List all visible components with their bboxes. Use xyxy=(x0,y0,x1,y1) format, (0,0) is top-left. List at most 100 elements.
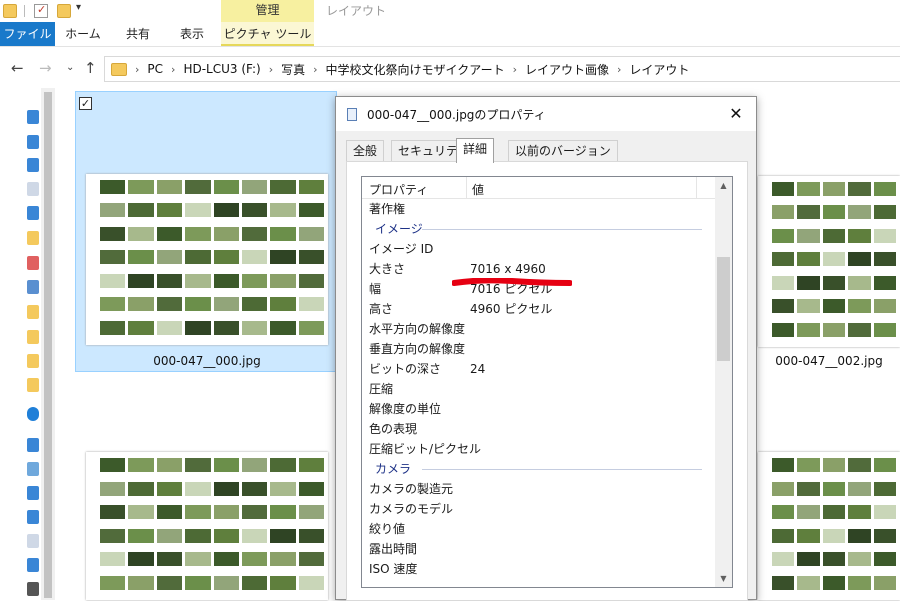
property-row[interactable]: イメージ ID xyxy=(362,239,716,259)
chevron-right-icon[interactable]: › xyxy=(617,63,621,76)
property-row[interactable]: 大きさ 7016 x 4960 xyxy=(362,259,716,279)
chevron-right-icon[interactable]: › xyxy=(313,63,317,76)
mosaic-tile xyxy=(270,320,296,341)
mosaic-tile xyxy=(156,180,183,200)
breadcrumb-item[interactable]: レイアウト xyxy=(629,61,689,78)
documents-icon[interactable] xyxy=(27,534,39,548)
tab-previous-versions[interactable]: 以前のバージョン xyxy=(508,140,618,162)
folder-icon[interactable] xyxy=(27,330,39,344)
item-checkbox[interactable]: ✓ xyxy=(79,97,92,110)
property-row[interactable]: ビットの深さ 24 xyxy=(362,359,716,379)
breadcrumb[interactable]: › PC › HD-LCU3 (F:) › 写真 › 中学校文化祭向けモザイクア… xyxy=(104,56,900,82)
property-row[interactable]: 絞り値 xyxy=(362,519,716,539)
downloads-icon[interactable] xyxy=(27,486,39,500)
new-folder-icon[interactable] xyxy=(57,4,71,18)
property-name: ビットの深さ xyxy=(369,362,442,376)
folder-icon[interactable] xyxy=(27,256,39,270)
file-name[interactable]: 000-047__002.jpg xyxy=(758,354,900,368)
file-thumbnail[interactable] xyxy=(86,174,328,345)
file-name[interactable]: 000-047__000.jpg xyxy=(86,354,328,368)
tab-general[interactable]: 全般 xyxy=(346,140,385,162)
property-row[interactable]: 垂直方向の解像度 xyxy=(362,339,716,359)
mosaic-tile xyxy=(822,205,846,225)
downloads-icon[interactable] xyxy=(27,158,39,172)
tab-file[interactable]: ファイル xyxy=(0,22,55,46)
pictures-icon[interactable] xyxy=(27,558,39,572)
breadcrumb-item[interactable]: レイアウト画像 xyxy=(525,61,609,78)
desktop-icon[interactable] xyxy=(27,135,39,149)
chevron-right-icon[interactable]: › xyxy=(269,63,273,76)
folder-icon[interactable] xyxy=(27,354,39,368)
quick-access-star-icon[interactable] xyxy=(27,110,39,124)
chevron-right-icon[interactable]: › xyxy=(513,63,517,76)
mosaic-tile xyxy=(213,320,239,341)
property-row[interactable]: 圧縮ビット/ピクセル xyxy=(362,439,716,459)
videos-icon[interactable] xyxy=(27,582,39,596)
close-icon[interactable]: ✕ xyxy=(724,102,748,126)
column-divider[interactable] xyxy=(466,177,467,199)
file-thumbnail[interactable] xyxy=(86,452,328,600)
scroll-down-icon[interactable]: ▼ xyxy=(715,570,732,587)
property-row[interactable]: 解像度の単位 xyxy=(362,399,716,419)
breadcrumb-item[interactable]: 写真 xyxy=(281,61,305,78)
scroll-up-icon[interactable]: ▲ xyxy=(715,177,732,194)
property-row[interactable]: 露出時間 xyxy=(362,539,716,559)
up-arrow-icon[interactable]: ↑ xyxy=(84,59,97,77)
property-row[interactable]: カメラのモデル xyxy=(362,499,716,519)
mosaic-tile xyxy=(772,575,795,597)
folder-icon[interactable] xyxy=(27,378,39,392)
property-name: 垂直方向の解像度 xyxy=(369,342,466,356)
property-row[interactable]: 色の表現 xyxy=(362,419,716,439)
forward-arrow-icon[interactable]: → xyxy=(39,59,52,77)
property-row[interactable]: 水平方向の解像度 xyxy=(362,319,716,339)
column-header-value[interactable]: 値 xyxy=(472,181,484,198)
property-row[interactable]: カメラの製造元 xyxy=(362,479,716,499)
tab-view[interactable]: 表示 xyxy=(166,22,218,46)
back-arrow-icon[interactable]: ← xyxy=(11,59,24,77)
chevron-right-icon[interactable]: › xyxy=(135,63,139,76)
property-row[interactable]: 圧縮 xyxy=(362,379,716,399)
desktop-icon[interactable] xyxy=(27,510,39,524)
mosaic-tile xyxy=(270,458,296,479)
folder-icon[interactable] xyxy=(27,305,39,319)
property-row[interactable]: 高さ 4960 ピクセル xyxy=(362,299,716,319)
scrollbar-thumb[interactable] xyxy=(717,257,730,361)
chevron-right-icon[interactable]: › xyxy=(171,63,175,76)
folder-icon[interactable] xyxy=(3,4,17,18)
folder-icon[interactable] xyxy=(27,280,39,294)
tab-home[interactable]: ホーム xyxy=(57,22,109,46)
property-row[interactable]: ISO 速度 xyxy=(362,559,716,579)
3d-objects-icon[interactable] xyxy=(27,462,39,476)
property-list[interactable]: プロパティ 値 著作権 イメージ イメージ ID 大きさ 7016 x 4960 幅 701… xyxy=(361,176,733,588)
column-divider[interactable] xyxy=(696,177,697,199)
property-list-scrollbar[interactable]: ▲ ▼ xyxy=(715,177,732,587)
documents-icon[interactable] xyxy=(27,182,39,196)
tab-details[interactable]: 詳細 xyxy=(456,138,495,163)
mosaic-tile xyxy=(128,552,154,573)
navigation-pane-scrollbar[interactable] xyxy=(41,88,55,600)
scrollbar-thumb[interactable] xyxy=(44,92,52,598)
pictures-icon[interactable] xyxy=(27,206,39,220)
column-header-property[interactable]: プロパティ xyxy=(369,181,428,198)
mosaic-tile xyxy=(128,575,154,597)
breadcrumb-item[interactable]: PC xyxy=(147,62,163,76)
mosaic-tile xyxy=(797,481,820,503)
mosaic-tile xyxy=(873,481,896,503)
onedrive-icon[interactable] xyxy=(27,407,39,421)
breadcrumb-item[interactable]: 中学校文化祭向けモザイクアート xyxy=(326,61,505,78)
file-thumbnail[interactable] xyxy=(758,452,900,600)
mosaic-tile xyxy=(100,505,126,526)
property-name: 露出時間 xyxy=(369,542,418,556)
recent-locations-chevron-icon[interactable]: ⌄ xyxy=(66,62,74,73)
customize-dropdown-icon[interactable]: ▾ xyxy=(76,2,81,13)
folder-icon[interactable] xyxy=(27,231,39,245)
properties-icon[interactable] xyxy=(34,3,48,18)
mosaic-tile xyxy=(873,205,896,225)
tab-share[interactable]: 共有 xyxy=(112,22,164,46)
file-thumbnail[interactable] xyxy=(758,176,900,347)
property-name: カメラのモデル xyxy=(369,502,454,516)
breadcrumb-item[interactable]: HD-LCU3 (F:) xyxy=(183,62,260,76)
this-pc-icon[interactable] xyxy=(27,438,39,452)
tab-picture-tools[interactable]: ピクチャ ツール xyxy=(221,22,314,46)
property-row[interactable]: 著作権 xyxy=(362,199,716,219)
